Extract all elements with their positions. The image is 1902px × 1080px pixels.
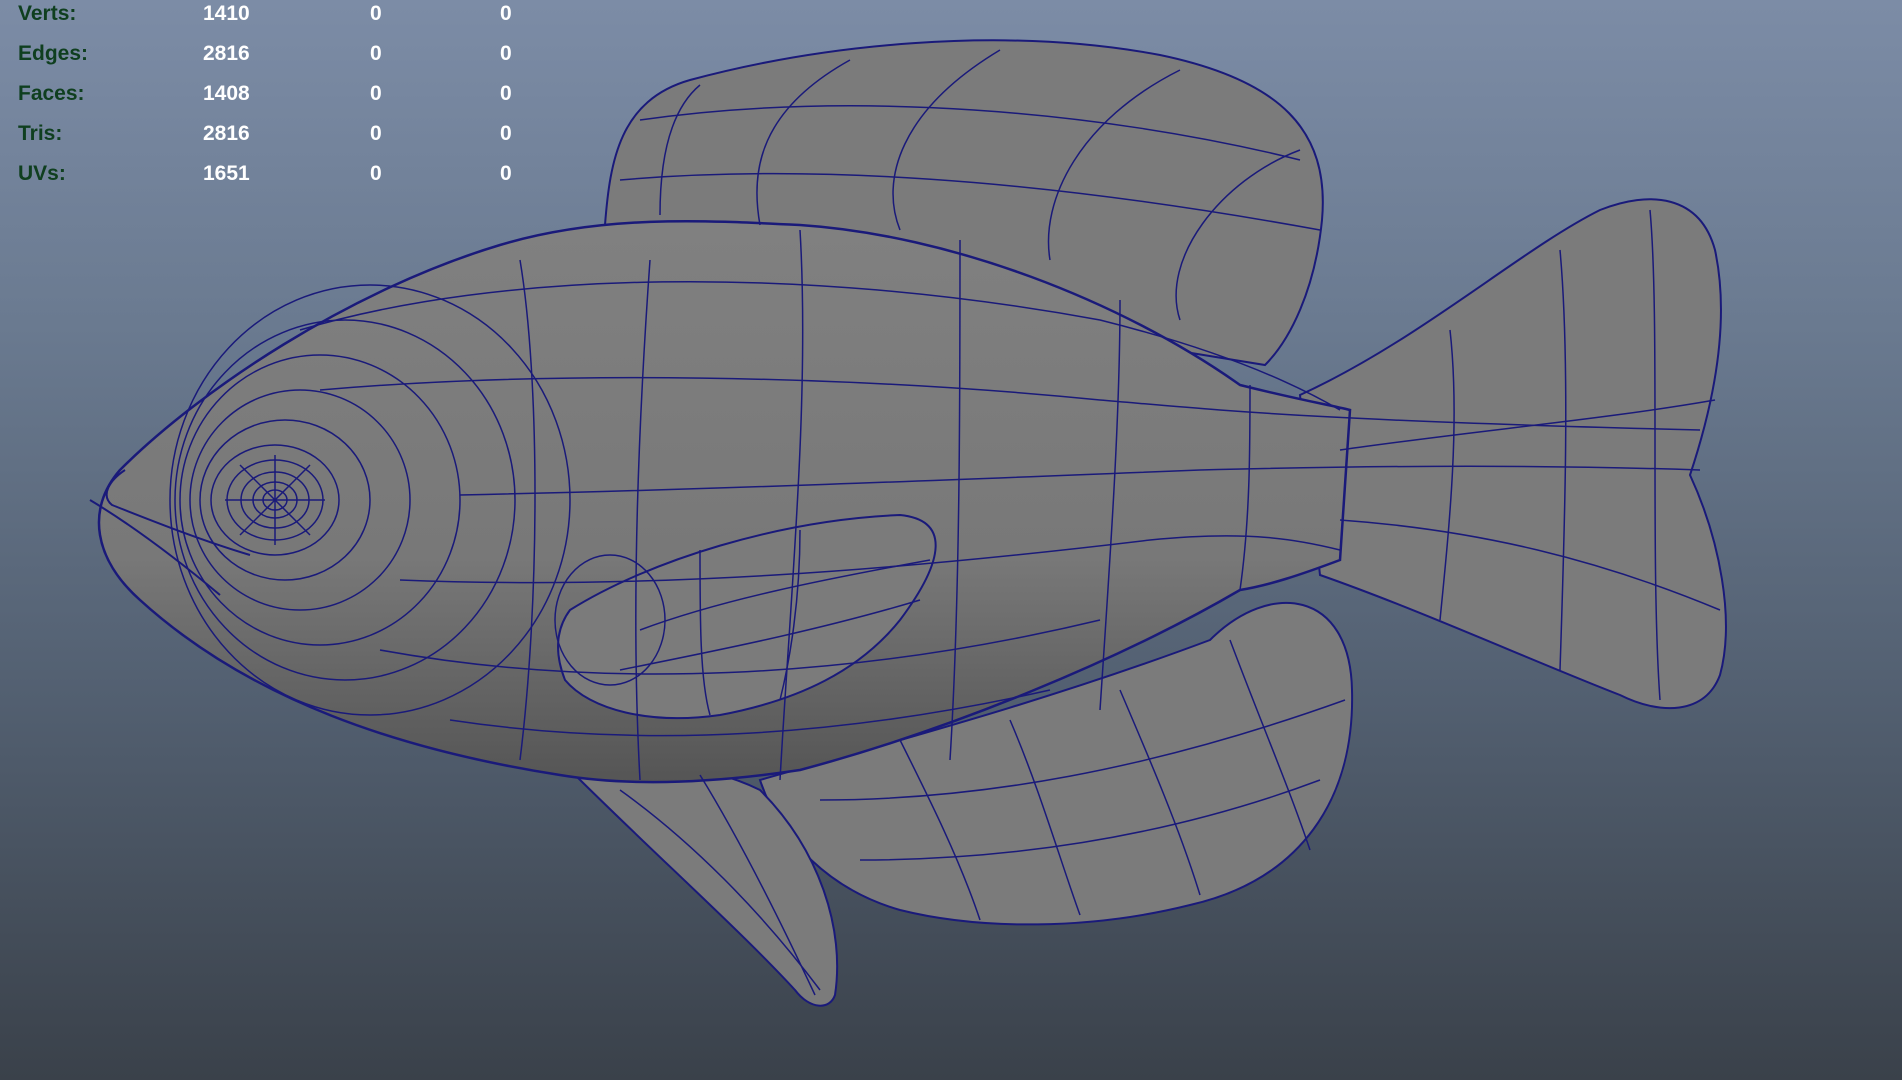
poly-count-hud: Verts: 1410 0 0 Edges: 2816 0 0 Faces: 1… (18, 0, 538, 200)
hud-row-uvs: UVs: 1651 0 0 (18, 160, 538, 200)
hud-value-object: 1410 (203, 2, 250, 25)
hud-label: Edges: (18, 42, 89, 65)
hud-row-edges: Edges: 2816 0 0 (18, 40, 538, 80)
hud-label: Faces: (18, 82, 85, 105)
hud-value-object: 2816 (203, 122, 250, 145)
hud-label: UVs: (18, 162, 66, 185)
hud-value-selected: 0 (370, 82, 382, 105)
hud-value-object: 2816 (203, 42, 250, 65)
tail-fin (1298, 198, 1727, 710)
hud-value-object: 1651 (203, 162, 250, 185)
hud-value-object: 1408 (203, 82, 250, 105)
hud-value-third: 0 (500, 122, 512, 145)
hud-row-tris: Tris: 2816 0 0 (18, 120, 538, 160)
hud-value-selected: 0 (370, 2, 382, 25)
hud-value-selected: 0 (370, 162, 382, 185)
hud-value-third: 0 (500, 162, 512, 185)
hud-value-third: 0 (500, 42, 512, 65)
hud-value-selected: 0 (370, 122, 382, 145)
hud-label: Tris: (18, 122, 63, 145)
hud-value-third: 0 (500, 82, 512, 105)
hud-row-verts: Verts: 1410 0 0 (18, 0, 538, 40)
hud-value-third: 0 (500, 2, 512, 25)
hud-label: Verts: (18, 2, 77, 25)
hud-row-faces: Faces: 1408 0 0 (18, 80, 538, 120)
hud-value-selected: 0 (370, 42, 382, 65)
